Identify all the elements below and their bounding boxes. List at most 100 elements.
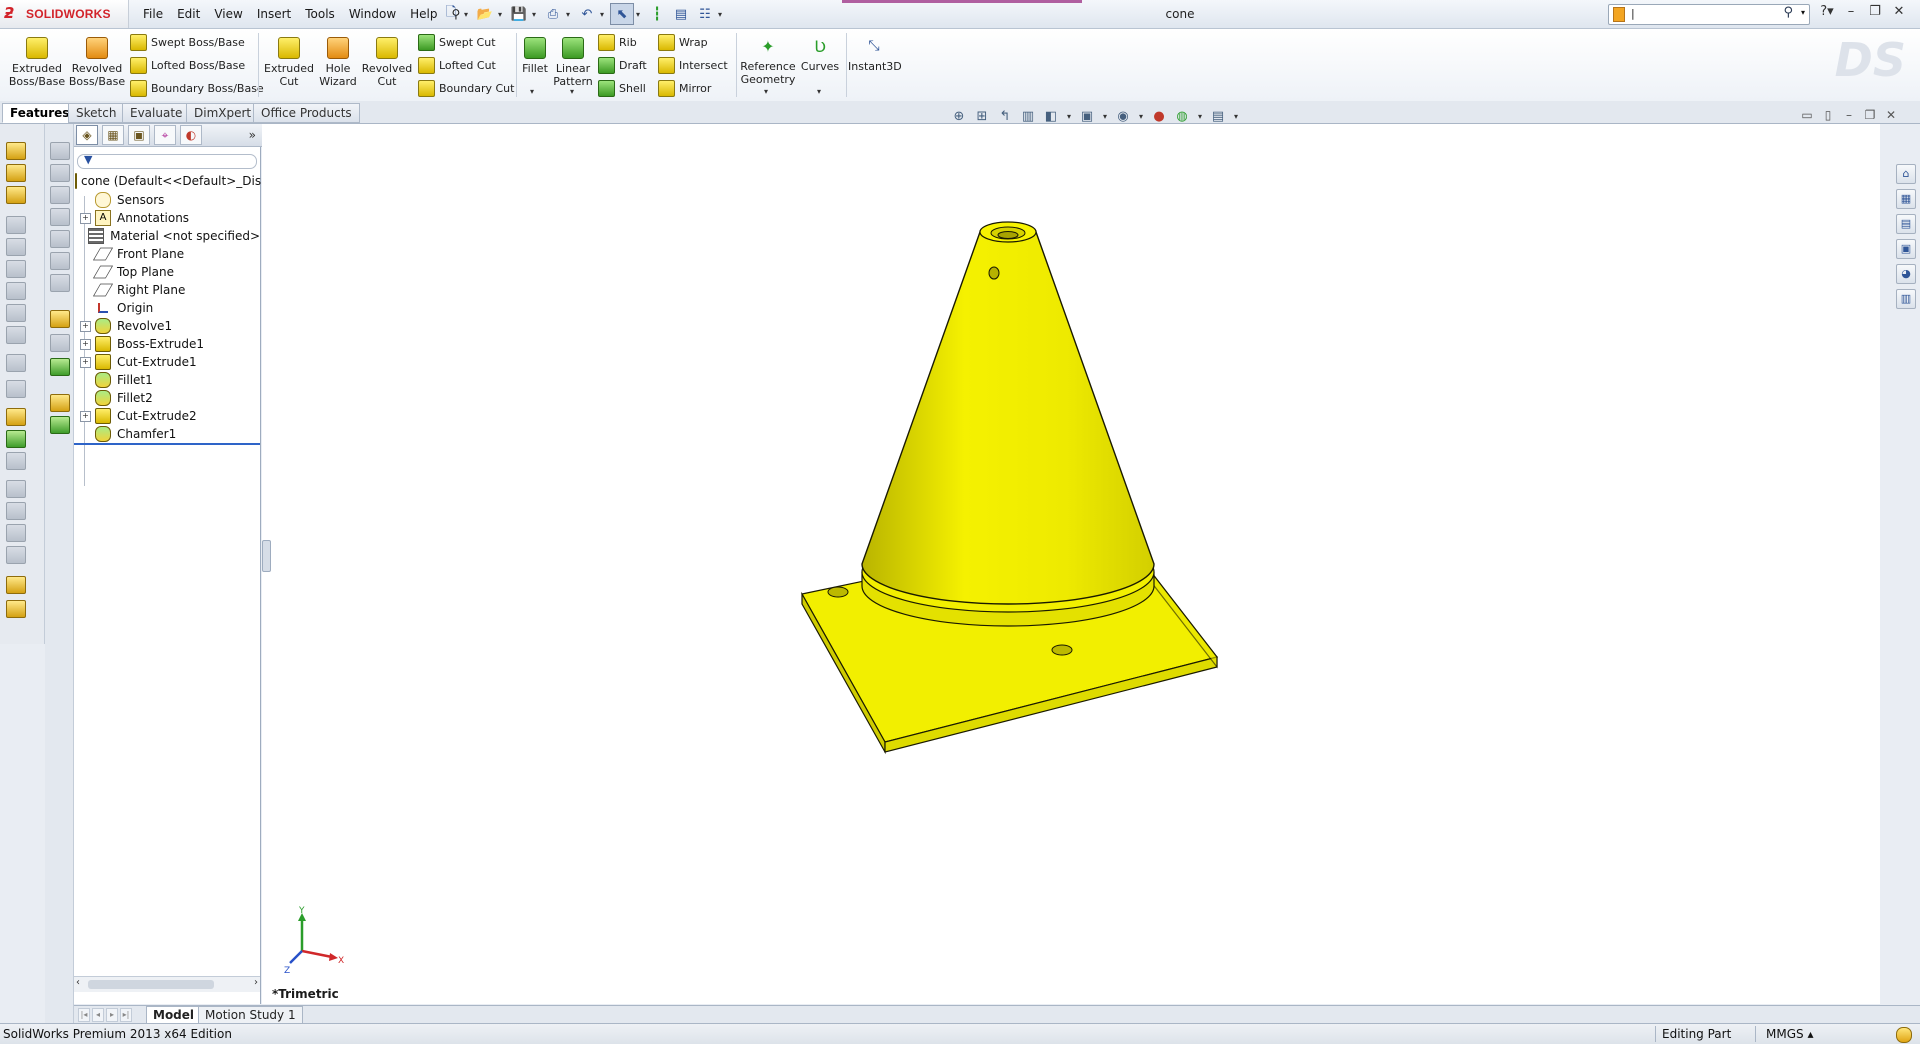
left-view-icon[interactable]: [50, 186, 70, 204]
revolved-cut-button[interactable]: Revolved Cut: [360, 35, 414, 88]
expand-icon[interactable]: +: [80, 212, 91, 224]
search-dropdown-icon[interactable]: ▾: [1801, 8, 1805, 17]
edit-appearance-icon[interactable]: ●: [1150, 108, 1168, 126]
isometric-view-icon[interactable]: [50, 274, 70, 292]
section-tool-icon[interactable]: [6, 524, 26, 542]
curve-tool-icon[interactable]: [6, 354, 26, 372]
tree-item-revolve1[interactable]: + Revolve1: [74, 317, 260, 335]
scroll-thumb[interactable]: [88, 980, 214, 989]
viewport-close-icon[interactable]: ✕: [1884, 108, 1898, 122]
rebuild-status-icon[interactable]: [1896, 1027, 1912, 1043]
top-view-icon[interactable]: [50, 230, 70, 248]
extruded-cut-button[interactable]: Extruded Cut: [262, 35, 316, 88]
curves-button[interactable]: Ʋ Curves: [798, 35, 842, 73]
viewport-minimize-icon[interactable]: –: [1842, 108, 1856, 122]
view-orientation-dropdown-icon[interactable]: ▾: [1065, 108, 1073, 126]
expand-tabs-icon[interactable]: »: [249, 128, 256, 142]
tree-item-front-plane[interactable]: Front Plane: [74, 245, 260, 263]
fillet-button[interactable]: Fillet: [520, 35, 550, 75]
unit-system-selector[interactable]: MMGS ▴: [1766, 1027, 1813, 1041]
first-tab-icon[interactable]: |◂: [78, 1008, 90, 1022]
viewport-tile-icon[interactable]: ▭: [1800, 108, 1814, 122]
cut-tool-icon[interactable]: [6, 260, 26, 278]
revolve-tool-icon[interactable]: [6, 164, 26, 182]
menu-file[interactable]: File: [136, 0, 170, 28]
property-manager-tab-icon[interactable]: ▦: [102, 125, 124, 145]
search-icon[interactable]: ⚲: [1783, 5, 1793, 20]
wrap-button[interactable]: Wrap: [658, 32, 708, 52]
close-icon[interactable]: ✕: [1890, 2, 1908, 22]
measure-tool-icon[interactable]: [6, 502, 26, 520]
prev-tab-icon[interactable]: ◂: [92, 1008, 104, 1022]
hide-show-items-icon[interactable]: ◉: [1114, 108, 1132, 126]
tree-item-material[interactable]: Material <not specified>: [74, 227, 260, 245]
lofted-cut-button[interactable]: Lofted Cut: [418, 55, 496, 75]
help-question-icon[interactable]: ?▾: [1818, 2, 1836, 22]
solidworks-logo[interactable]: ƻ SOLIDWORKS: [0, 0, 129, 28]
viewport-restore-icon[interactable]: ❐: [1863, 108, 1877, 122]
revolved-boss-button[interactable]: Revolved Boss/Base: [68, 35, 126, 88]
swept-boss-button[interactable]: Swept Boss/Base: [130, 32, 245, 52]
solidworks-resources-icon[interactable]: ⌂: [1896, 164, 1916, 184]
dome-tool-icon[interactable]: [6, 304, 26, 322]
menu-insert[interactable]: Insert: [250, 0, 298, 28]
boundary-boss-button[interactable]: Boundary Boss/Base: [130, 78, 264, 98]
restore-icon[interactable]: ❐: [1866, 2, 1884, 22]
fillet-icon[interactable]: [50, 416, 70, 434]
loft-tool-icon[interactable]: [6, 186, 26, 204]
display-style-dropdown-icon[interactable]: ▾: [1101, 108, 1109, 126]
save-dropdown-icon[interactable]: ▾: [532, 10, 540, 19]
move-tool-icon[interactable]: [6, 576, 26, 594]
tree-item-cut-extrude2[interactable]: + Cut-Extrude2: [74, 407, 260, 425]
print-dropdown-icon[interactable]: ▾: [566, 10, 574, 19]
render-tool-icon[interactable]: [6, 546, 26, 564]
open-folder-icon[interactable]: 📂: [474, 4, 496, 24]
scroll-left-icon[interactable]: ‹: [76, 977, 80, 988]
lofted-boss-button[interactable]: Lofted Boss/Base: [130, 55, 245, 75]
fillet-dropdown-icon[interactable]: ▾: [530, 87, 534, 96]
reference-geometry-dropdown-icon[interactable]: ▾: [764, 87, 768, 96]
menu-tools[interactable]: Tools: [298, 0, 342, 28]
flex-tool-icon[interactable]: [6, 326, 26, 344]
configuration-manager-tab-icon[interactable]: ▣: [128, 125, 150, 145]
appearance-tool-icon[interactable]: [6, 600, 26, 618]
boundary-tool-icon[interactable]: [6, 238, 26, 256]
tab-features[interactable]: Features: [2, 103, 78, 123]
tab-office-products[interactable]: Office Products: [253, 103, 360, 123]
search-box[interactable]: | ⚲ ▾: [1608, 4, 1810, 25]
expand-icon[interactable]: +: [80, 338, 91, 350]
undo-icon[interactable]: ↶: [576, 4, 598, 24]
new-dropdown-icon[interactable]: ▾: [464, 10, 472, 19]
front-view-icon[interactable]: [50, 142, 70, 160]
new-document-icon[interactable]: 🗋: [440, 4, 462, 24]
boundary-cut-button[interactable]: Boundary Cut: [418, 78, 514, 98]
file-properties-icon[interactable]: ▤: [670, 4, 692, 24]
extrude-tool-icon[interactable]: [6, 142, 26, 160]
open-dropdown-icon[interactable]: ▾: [498, 10, 506, 19]
extruded-boss-button[interactable]: Extruded Boss/Base: [8, 35, 66, 88]
save-icon[interactable]: 💾: [508, 4, 530, 24]
tab-model[interactable]: Model: [146, 1006, 202, 1024]
tree-item-cut-extrude1[interactable]: + Cut-Extrude1: [74, 353, 260, 371]
tree-item-top-plane[interactable]: Top Plane: [74, 263, 260, 281]
display-icon[interactable]: [50, 358, 70, 376]
print-icon[interactable]: ⎙: [542, 4, 564, 24]
tab-evaluate[interactable]: Evaluate: [122, 103, 191, 123]
zoom-to-area-icon[interactable]: ⊞: [973, 108, 991, 126]
view-settings-dropdown-icon[interactable]: ▾: [1232, 108, 1240, 126]
right-view-icon[interactable]: [50, 208, 70, 226]
tree-item-fillet1[interactable]: Fillet1: [74, 371, 260, 389]
pattern-tool-icon[interactable]: [6, 452, 26, 470]
menu-edit[interactable]: Edit: [170, 0, 207, 28]
feature-tool-icon[interactable]: [6, 408, 26, 426]
scene-dropdown-icon[interactable]: ▾: [1196, 108, 1204, 126]
swept-cut-button[interactable]: Swept Cut: [418, 32, 496, 52]
minimize-icon[interactable]: –: [1842, 2, 1860, 22]
apply-scene-icon[interactable]: ◍: [1173, 108, 1191, 126]
tree-horizontal-scrollbar[interactable]: ‹ ›: [74, 976, 260, 992]
hide-show-dropdown-icon[interactable]: ▾: [1137, 108, 1145, 126]
last-tab-icon[interactable]: ▸|: [120, 1008, 132, 1022]
tree-item-boss-extrude1[interactable]: + Boss-Extrude1: [74, 335, 260, 353]
graphics-area[interactable]: [262, 124, 1880, 1004]
view-settings-icon[interactable]: ▤: [1209, 108, 1227, 126]
